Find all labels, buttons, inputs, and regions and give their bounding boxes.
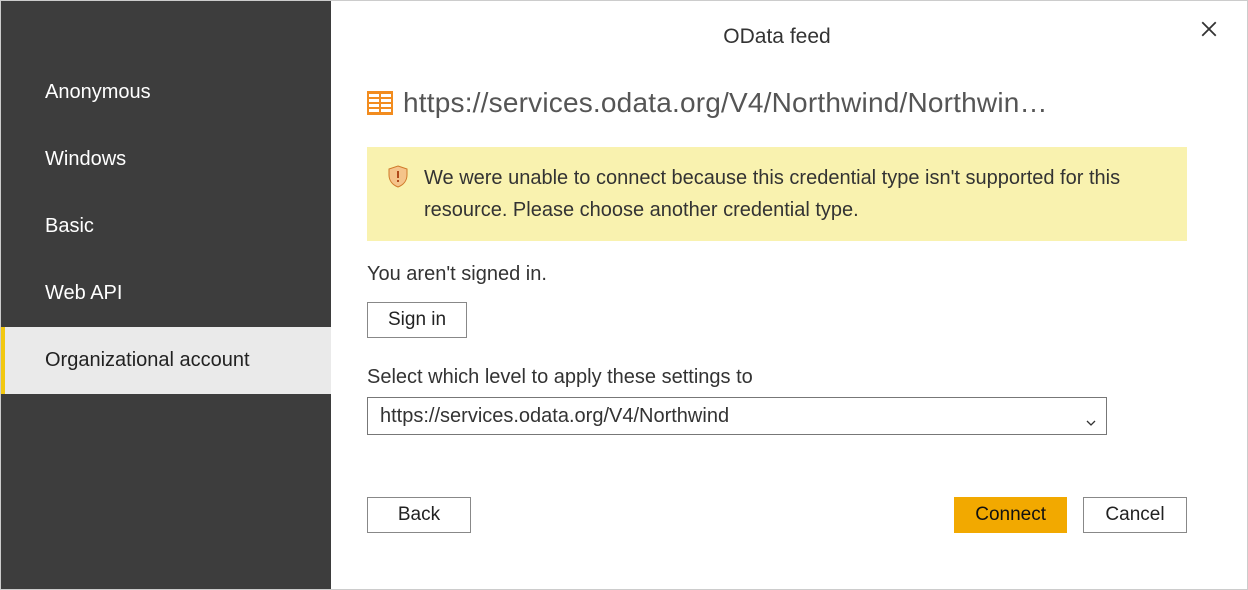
sidebar-item-label: Anonymous	[45, 81, 151, 103]
dialog-footer: Back Connect Cancel	[367, 497, 1187, 533]
back-button[interactable]: Back	[367, 497, 471, 533]
connect-button[interactable]: Connect	[954, 497, 1067, 533]
sidebar-item-label: Basic	[45, 215, 94, 237]
main-panel: OData feed https://services.odata.org/V4…	[331, 1, 1247, 589]
close-icon	[1200, 20, 1218, 43]
sidebar-item-label: Organizational account	[45, 349, 250, 371]
data-source-url: https://services.odata.org/V4/Northwind/…	[403, 87, 1048, 119]
level-select[interactable]: https://services.odata.org/V4/Northwind	[367, 397, 1107, 435]
chevron-down-icon	[1086, 411, 1096, 421]
signin-status: You aren't signed in.	[367, 263, 1187, 286]
sidebar-item-label: Windows	[45, 148, 126, 170]
sidebar-item-windows[interactable]: Windows	[1, 126, 331, 193]
sidebar-item-web-api[interactable]: Web API	[1, 260, 331, 327]
odata-source-icon	[367, 91, 393, 115]
close-button[interactable]	[1195, 17, 1223, 45]
sidebar-item-basic[interactable]: Basic	[1, 193, 331, 260]
sidebar-item-organizational-account[interactable]: Organizational account	[1, 327, 331, 394]
odata-auth-dialog: Anonymous Windows Basic Web API Organiza…	[0, 0, 1248, 590]
sidebar-item-anonymous[interactable]: Anonymous	[1, 59, 331, 126]
level-select-label: Select which level to apply these settin…	[367, 366, 1187, 389]
warning-banner: We were unable to connect because this c…	[367, 147, 1187, 241]
cancel-button[interactable]: Cancel	[1083, 497, 1187, 533]
warning-message: We were unable to connect because this c…	[424, 162, 1164, 226]
dialog-title: OData feed	[367, 25, 1187, 49]
warning-shield-icon	[386, 164, 410, 188]
sidebar-item-label: Web API	[45, 282, 122, 304]
sign-in-button[interactable]: Sign in	[367, 302, 467, 338]
auth-type-sidebar: Anonymous Windows Basic Web API Organiza…	[1, 1, 331, 589]
level-select-value: https://services.odata.org/V4/Northwind	[380, 405, 729, 428]
data-source-url-row: https://services.odata.org/V4/Northwind/…	[367, 87, 1187, 119]
